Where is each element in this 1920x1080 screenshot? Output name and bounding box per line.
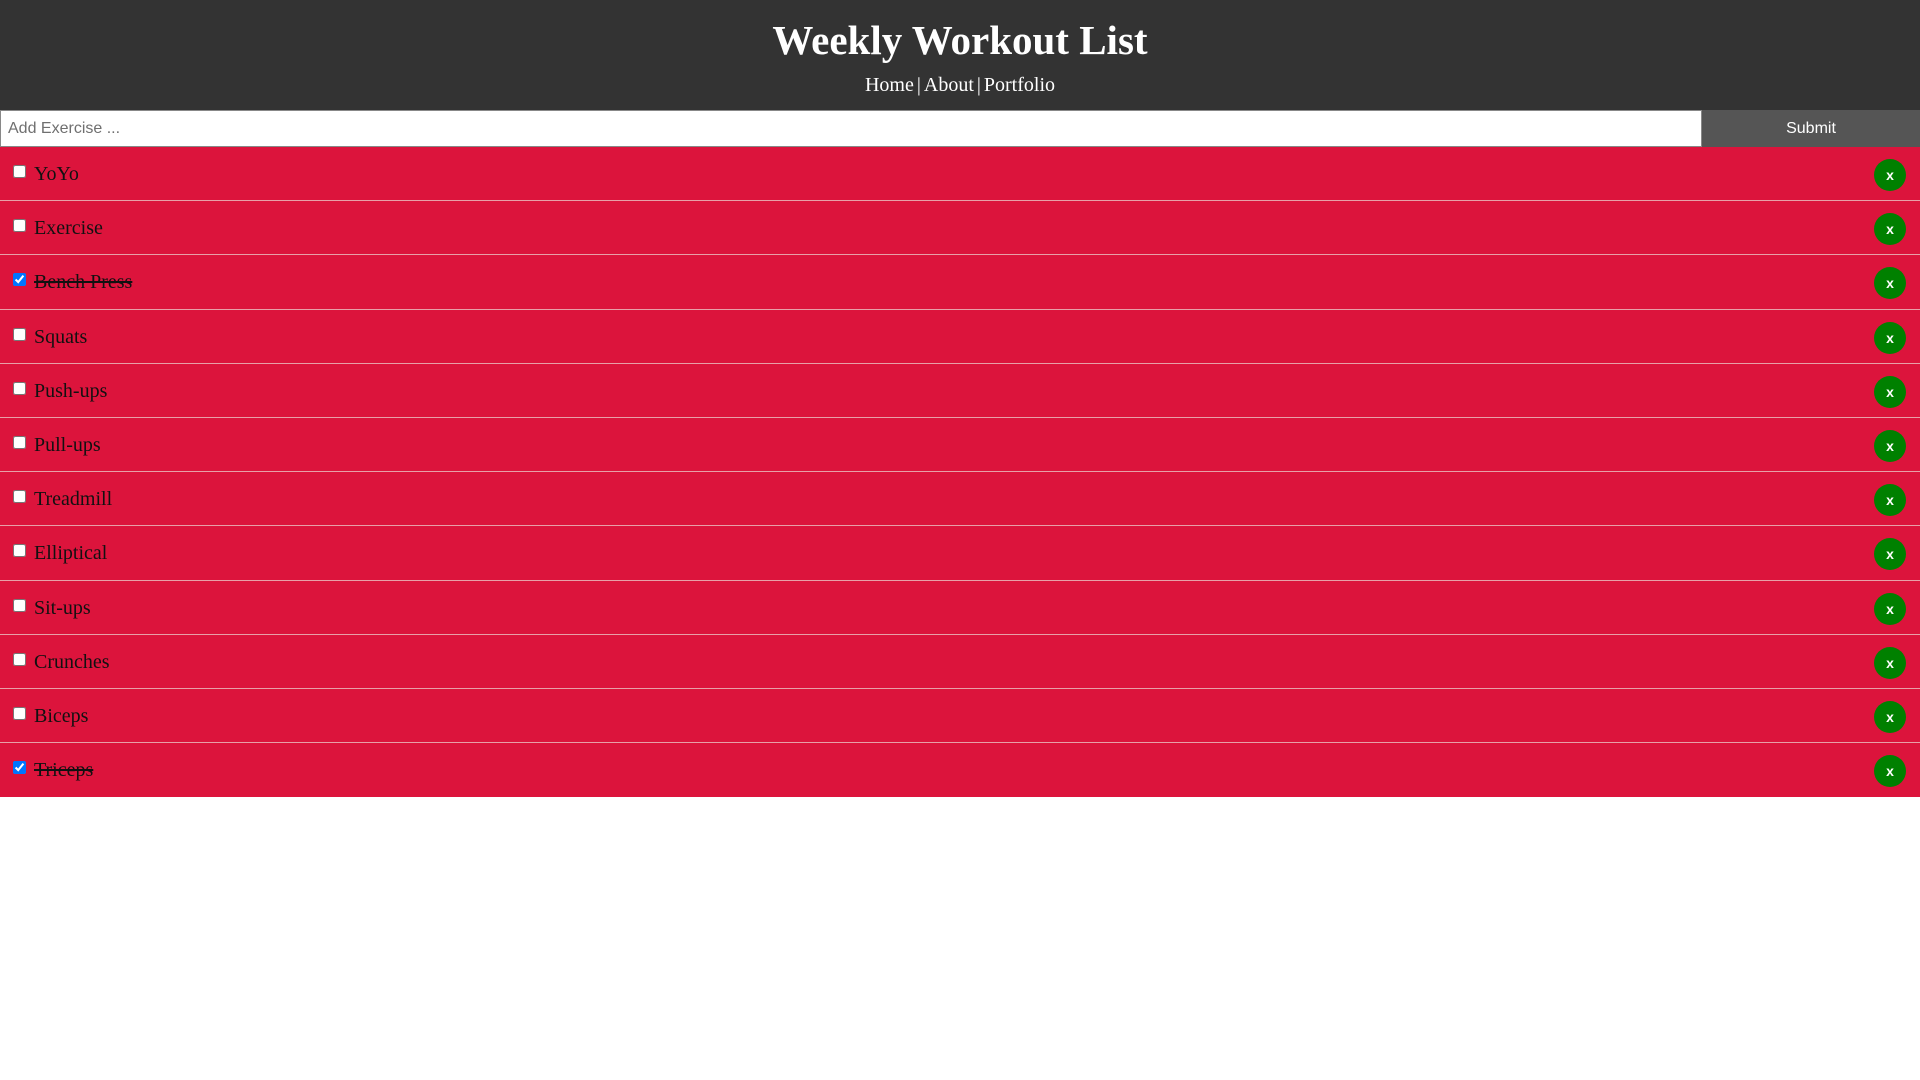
- item-checkbox[interactable]: [13, 165, 26, 178]
- list-item: Exercise x: [0, 201, 1920, 256]
- item-label: Squats: [34, 325, 88, 348]
- item-checkbox[interactable]: [13, 598, 26, 612]
- item-checkbox[interactable]: [13, 435, 26, 449]
- list-item: Triceps x: [0, 743, 1920, 798]
- delete-button[interactable]: x: [1874, 159, 1906, 191]
- item-checkbox[interactable]: [13, 544, 26, 558]
- list-item: Sit-ups x: [0, 580, 1920, 635]
- item-label: Pull-ups: [34, 433, 101, 456]
- item-label: Biceps: [34, 704, 89, 727]
- item-checkbox[interactable]: [13, 652, 26, 666]
- workout-list: YoYo x Exercise x Bench Press x Squats x Push-up…: [0, 147, 1920, 798]
- list-item: YoYo x: [0, 147, 1920, 202]
- item-checkbox[interactable]: [13, 706, 26, 720]
- delete-button[interactable]: x: [1874, 700, 1906, 733]
- delete-button[interactable]: x: [1874, 484, 1906, 517]
- nav-separator: |: [976, 74, 981, 96]
- delete-button[interactable]: x: [1874, 646, 1906, 679]
- page-header: Weekly Workout List Home | About | Portfolio: [0, 0, 1920, 110]
- nav-link-home[interactable]: Home: [865, 74, 914, 96]
- delete-button[interactable]: x: [1874, 592, 1906, 625]
- list-item: Elliptical x: [0, 526, 1920, 581]
- list-item: Treadmill x: [0, 472, 1920, 527]
- item-label: Treadmill: [34, 488, 113, 511]
- list-item: Push-ups x: [0, 363, 1920, 418]
- item-checkbox[interactable]: [13, 381, 26, 395]
- nav-link-portfolio[interactable]: Portfolio: [984, 74, 1055, 96]
- delete-button[interactable]: x: [1874, 755, 1906, 788]
- item-label: Elliptical: [34, 542, 108, 565]
- delete-button[interactable]: x: [1874, 267, 1906, 300]
- list-item: Biceps x: [0, 688, 1920, 744]
- list-item: Pull-ups x: [0, 417, 1920, 473]
- add-exercise-form: Submit: [0, 110, 1920, 147]
- item-checkbox[interactable]: [13, 327, 26, 341]
- item-label: YoYo: [34, 163, 79, 185]
- list-item: Crunches x: [0, 634, 1920, 689]
- item-checkbox[interactable]: [13, 490, 26, 504]
- delete-button[interactable]: x: [1874, 429, 1906, 462]
- item-label: Bench Press: [34, 271, 133, 294]
- delete-button[interactable]: x: [1874, 321, 1906, 354]
- nav-separator: |: [916, 74, 921, 96]
- item-checkbox[interactable]: [13, 761, 26, 775]
- delete-button[interactable]: x: [1874, 375, 1906, 408]
- item-label: Triceps: [34, 759, 94, 782]
- list-item: Squats x: [0, 309, 1920, 364]
- item-checkbox[interactable]: [13, 273, 26, 287]
- item-label: Push-ups: [34, 379, 108, 402]
- page-title: Weekly Workout List: [772, 17, 1148, 63]
- item-label: Exercise: [34, 217, 103, 240]
- submit-button[interactable]: Submit: [1702, 110, 1920, 147]
- delete-button[interactable]: x: [1874, 213, 1906, 246]
- item-label: Sit-ups: [34, 596, 91, 619]
- list-item: Bench Press x: [0, 255, 1920, 310]
- nav-link-about[interactable]: About: [924, 74, 974, 96]
- add-exercise-input[interactable]: [0, 110, 1702, 147]
- item-label: Crunches: [34, 650, 110, 673]
- nav-bar: Home | About | Portfolio: [0, 73, 1920, 97]
- delete-button[interactable]: x: [1874, 538, 1906, 571]
- item-checkbox[interactable]: [13, 219, 26, 233]
